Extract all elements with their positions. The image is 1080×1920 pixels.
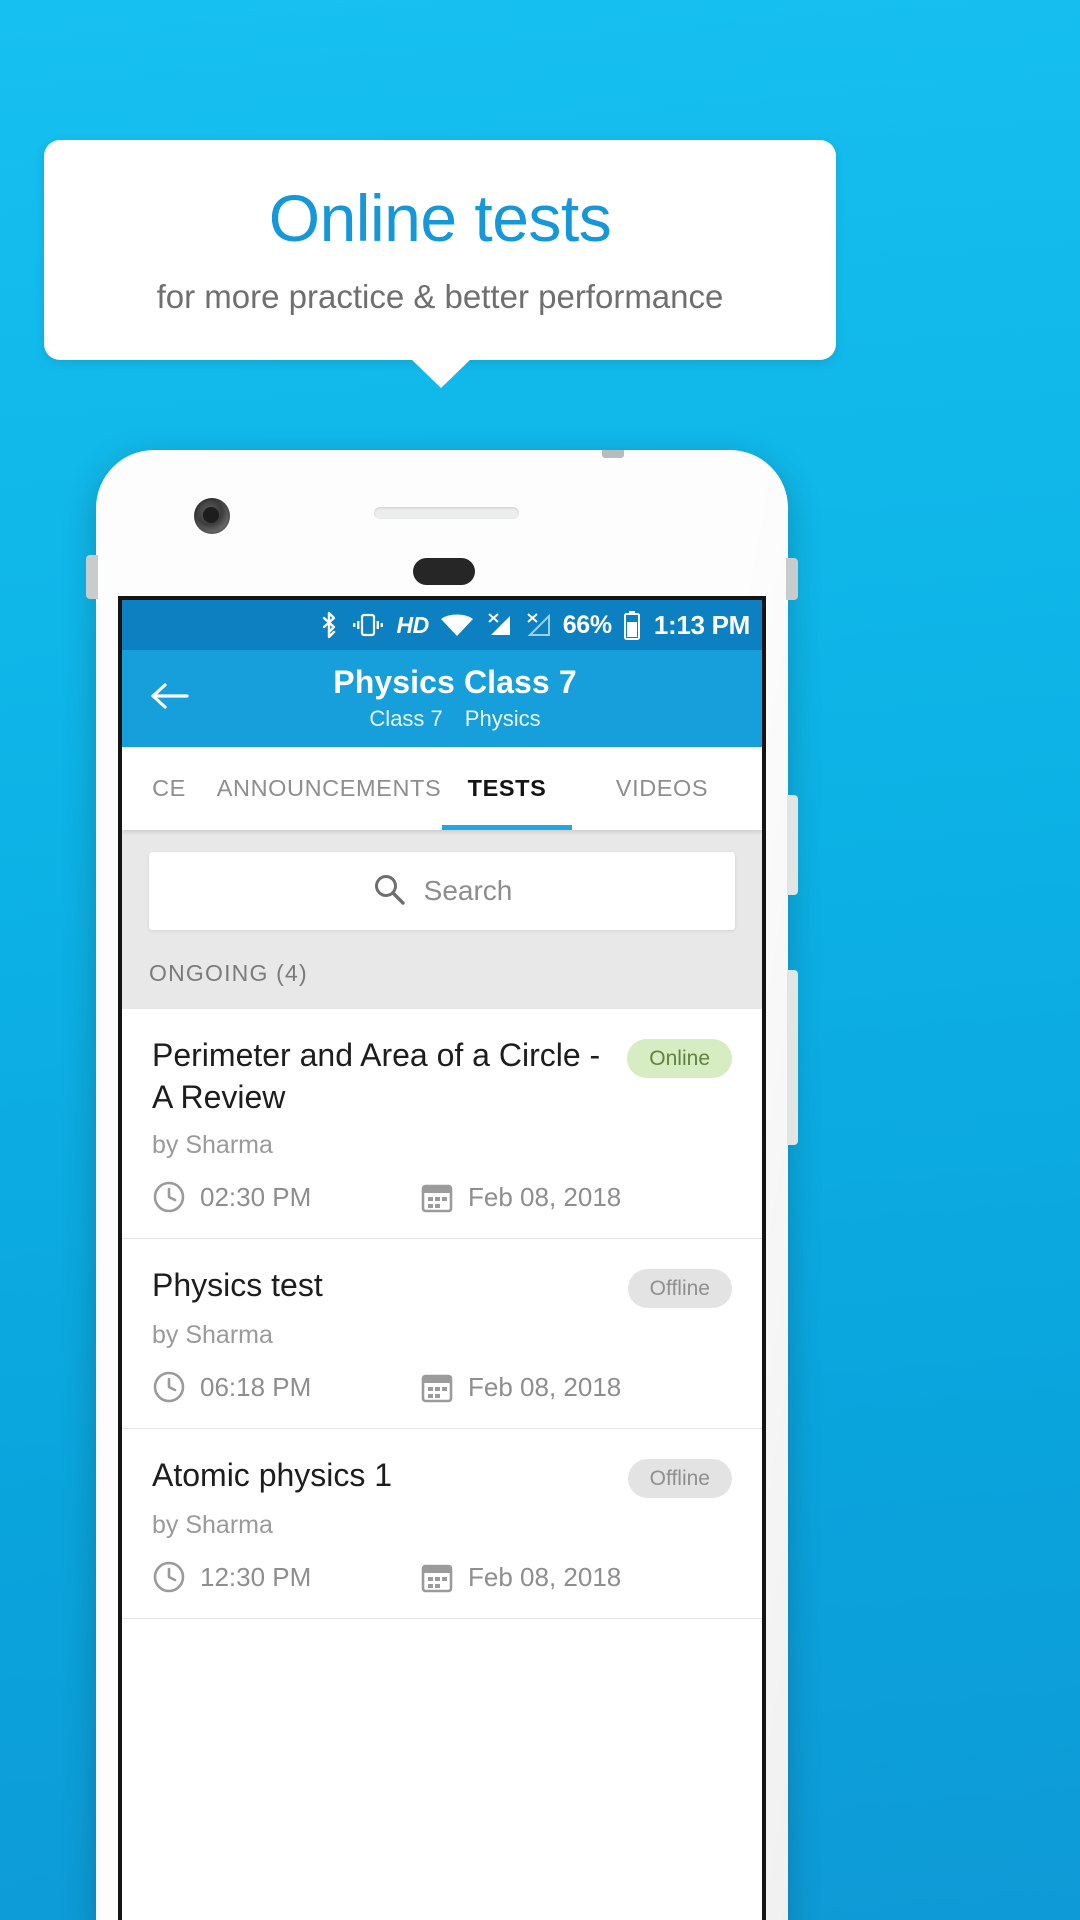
tab-tests[interactable]: TESTS	[442, 747, 572, 830]
test-time-group: 02:30 PM	[152, 1180, 420, 1214]
test-title: Physics test	[152, 1267, 323, 1304]
promo-callout-card: Online tests for more practice & better …	[44, 140, 836, 360]
status-bar: HD 66% 1:13 PM	[122, 600, 762, 650]
search-input[interactable]: Search	[149, 852, 735, 930]
test-title: Atomic physics 1	[152, 1457, 393, 1494]
search-container: Search	[122, 830, 762, 954]
search-placeholder-label: Search	[423, 875, 513, 906]
back-arrow-icon	[149, 679, 191, 718]
tab-ce[interactable]: CE	[122, 747, 216, 830]
breadcrumb-subject: Physics	[464, 705, 541, 731]
test-time: 02:30 PM	[200, 1181, 312, 1212]
test-time-group: 06:18 PM	[152, 1370, 420, 1404]
calendar-icon	[420, 1560, 454, 1594]
test-row-header: Physics test Offline	[152, 1265, 732, 1309]
test-time-group: 12:30 PM	[152, 1560, 420, 1594]
test-date: Feb 08, 2018	[468, 1561, 622, 1592]
test-date: Feb 08, 2018	[468, 1371, 622, 1402]
clock-icon	[152, 1560, 186, 1594]
promo-subtitle: for more practice & better performance	[156, 277, 724, 315]
test-author: by Sharma	[152, 1131, 273, 1160]
search-icon	[372, 872, 406, 911]
status-badge: Offline	[627, 1269, 732, 1309]
app-bar: Physics Class 7 Class 7 Physics	[122, 650, 762, 747]
phone-volume-up-button	[787, 795, 798, 895]
signal-no-service-icon	[485, 612, 513, 638]
vibrate-icon	[351, 611, 385, 639]
tab-videos[interactable]: VIDEOS	[572, 747, 752, 830]
back-button[interactable]	[122, 679, 218, 718]
test-row-header: Perimeter and Area of a Circle - A Revie…	[152, 1035, 732, 1118]
phone-sensor-module	[413, 558, 475, 585]
table-row[interactable]: Atomic physics 1 Offline by Sharma 12:30…	[122, 1429, 762, 1620]
battery-percent-label: 66%	[562, 610, 612, 639]
calendar-icon	[420, 1180, 454, 1214]
wifi-icon	[440, 612, 474, 638]
test-meta: 02:30 PM Feb 08, 2018	[152, 1180, 732, 1214]
phone-left-button	[86, 555, 98, 599]
test-meta: 06:18 PM Feb 08, 2018	[152, 1370, 732, 1404]
phone-top-notch	[602, 450, 624, 458]
tab-bar: CE ANNOUNCEMENTS TESTS VIDEOS	[122, 747, 762, 830]
breadcrumb-class: Class 7	[369, 705, 443, 731]
table-row[interactable]: Physics test Offline by Sharma 06:18 PM	[122, 1239, 762, 1430]
section-header-ongoing: ONGOING (4)	[122, 954, 762, 1009]
signal-no-service-icon	[524, 612, 552, 638]
test-time: 12:30 PM	[200, 1561, 312, 1592]
app-bar-text-group: Physics Class 7 Class 7 Physics	[218, 665, 762, 731]
test-time: 06:18 PM	[200, 1371, 312, 1402]
table-row[interactable]: Perimeter and Area of a Circle - A Revie…	[122, 1009, 762, 1240]
test-date: Feb 08, 2018	[468, 1181, 622, 1212]
test-row-header: Atomic physics 1 Offline	[152, 1455, 732, 1499]
test-author: by Sharma	[152, 1511, 273, 1540]
tab-announcements[interactable]: ANNOUNCEMENTS	[216, 747, 442, 830]
page-title: Physics Class 7	[333, 664, 577, 701]
bluetooth-icon	[318, 610, 340, 640]
test-meta: 12:30 PM Feb 08, 2018	[152, 1560, 732, 1594]
calendar-icon	[420, 1370, 454, 1404]
battery-icon	[623, 610, 641, 640]
test-title: Perimeter and Area of a Circle - A Revie…	[152, 1037, 601, 1115]
breadcrumb: Class 7 Physics	[218, 706, 692, 732]
phone-screen: HD 66% 1:13 PM Physics Class 7 Class 7 P…	[118, 596, 766, 1920]
status-bar-clock: 1:13 PM	[653, 609, 750, 640]
test-author: by Sharma	[152, 1321, 273, 1350]
clock-icon	[152, 1180, 186, 1214]
phone-mockup: HD 66% 1:13 PM Physics Class 7 Class 7 P…	[86, 450, 798, 1920]
tests-list: Perimeter and Area of a Circle - A Revie…	[122, 1009, 762, 1620]
status-badge: Online	[627, 1039, 732, 1078]
phone-front-camera	[194, 498, 230, 534]
clock-icon	[152, 1370, 186, 1404]
promo-callout-tail	[410, 358, 472, 388]
status-badge: Offline	[627, 1459, 732, 1499]
phone-earpiece-speaker	[374, 507, 519, 519]
test-date-group: Feb 08, 2018	[420, 1370, 621, 1404]
hd-indicator: HD	[396, 611, 429, 638]
test-date-group: Feb 08, 2018	[420, 1560, 621, 1594]
test-date-group: Feb 08, 2018	[420, 1180, 621, 1214]
phone-volume-down-button	[787, 970, 798, 1145]
promo-title: Online tests	[268, 181, 612, 256]
phone-power-button	[786, 558, 798, 600]
